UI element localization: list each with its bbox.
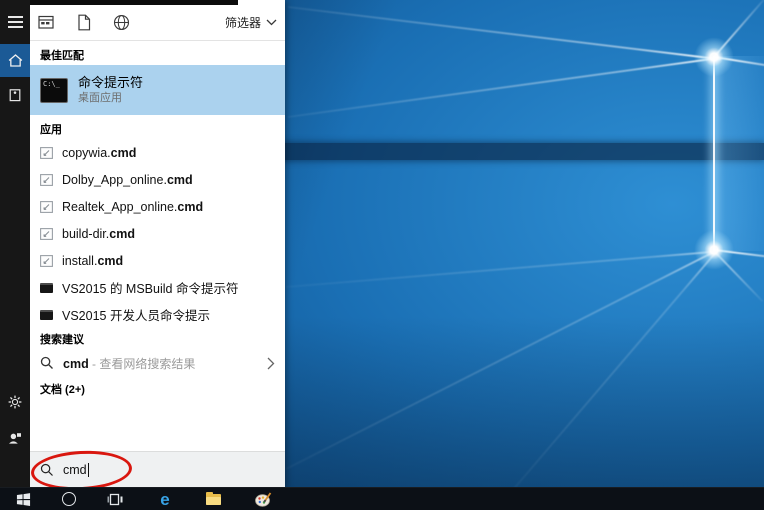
windows-logo-edge — [713, 56, 715, 251]
app-result-label: build-dir.cmd — [62, 227, 135, 241]
cmd-file-icon — [40, 174, 53, 186]
feedback-button[interactable] — [0, 427, 30, 449]
divider — [30, 40, 285, 41]
label-match: cmd — [167, 173, 193, 187]
notebook-icon — [7, 87, 23, 103]
apps-filter-icon[interactable] — [38, 15, 55, 30]
menu-button[interactable] — [0, 10, 30, 34]
suggestion-rest: - 查看网络搜索结果 — [89, 357, 196, 371]
filters-label: 筛选器 — [225, 14, 261, 31]
paint-button[interactable] — [248, 488, 278, 510]
web-filter-icon[interactable] — [113, 14, 130, 31]
label-match: cmd — [109, 227, 135, 241]
label-match: cmd — [111, 146, 137, 160]
search-input[interactable]: cmd — [30, 451, 285, 488]
label-prefix: Dolby_App_online. — [62, 173, 167, 187]
start-button[interactable] — [8, 488, 38, 510]
app-result-row[interactable]: VS2015 开发人员命令提示 — [30, 301, 285, 328]
window-pane-glow — [715, 56, 764, 251]
documents-header: 文档 (2+) — [40, 381, 85, 397]
app-result-label: Dolby_App_online.cmd — [62, 173, 193, 187]
terminal-icon — [40, 310, 53, 320]
app-result-row[interactable]: VS2015 的 MSBuild 命令提示符 — [30, 274, 285, 301]
cortana-button[interactable] — [54, 488, 84, 510]
settings-gear-icon — [7, 394, 23, 410]
app-result-label: copywia.cmd — [62, 146, 136, 160]
search-left-rail — [0, 0, 30, 488]
suggestion-label: cmd - 查看网络搜索结果 — [63, 355, 195, 372]
apps-header: 应用 — [40, 121, 62, 137]
search-icon — [40, 463, 54, 477]
taskbar: e — [0, 487, 764, 510]
cmd-file-icon — [40, 201, 53, 213]
cortana-circle-icon — [62, 492, 76, 506]
filters-dropdown[interactable]: 筛选器 — [225, 14, 277, 31]
search-icon — [40, 356, 54, 370]
home-icon — [7, 52, 24, 69]
home-button[interactable] — [0, 44, 30, 77]
light-burst — [694, 230, 734, 270]
app-result-label: install.cmd — [62, 254, 123, 268]
result-title: 命令提示符 — [78, 76, 143, 89]
search-input-value: cmd — [63, 463, 87, 477]
paint-icon — [255, 492, 272, 507]
cmd-file-icon — [40, 147, 53, 159]
notebook-button[interactable] — [0, 82, 30, 108]
suggestion-term: cmd — [63, 357, 89, 371]
app-result-row[interactable]: build-dir.cmd — [30, 220, 285, 247]
label-prefix: VS2015 开发人员命令提示 — [62, 309, 210, 323]
file-explorer-icon — [206, 494, 221, 505]
search-results-panel: 筛选器 最佳匹配 C:\_ 命令提示符 桌面应用 应用 copywia. cmd … — [30, 0, 285, 488]
label-prefix: copywia. — [62, 146, 111, 160]
app-result-label: VS2015 的 MSBuild 命令提示符 — [62, 278, 238, 297]
app-result-label: Realtek_App_online.cmd — [62, 200, 203, 214]
label-match: cmd — [97, 254, 123, 268]
web-search-suggestion[interactable]: cmd - 查看网络搜索结果 — [30, 350, 285, 376]
task-view-icon — [107, 493, 123, 506]
windows10-search-screen: 筛选器 最佳匹配 C:\_ 命令提示符 桌面应用 应用 copywia. cmd … — [0, 0, 764, 510]
app-result-row[interactable]: copywia.cmd — [30, 139, 285, 166]
cmd-file-icon — [40, 228, 53, 240]
label-prefix: build-dir. — [62, 227, 109, 241]
edge-browser-button[interactable]: e — [150, 488, 180, 510]
filter-bar: 筛选器 — [30, 5, 285, 39]
result-subtitle: 桌面应用 — [78, 93, 143, 104]
task-view-button[interactable] — [100, 488, 130, 510]
best-match-text: 命令提示符 桌面应用 — [78, 76, 143, 104]
windows-start-icon — [16, 492, 31, 507]
label-prefix: install. — [62, 254, 97, 268]
best-match-header: 最佳匹配 — [40, 47, 84, 63]
app-result-row[interactable]: install.cmd — [30, 247, 285, 274]
chevron-right-icon — [267, 357, 275, 370]
light-burst — [694, 37, 734, 77]
file-explorer-button[interactable] — [198, 488, 228, 510]
menu-icon — [8, 13, 23, 31]
text-caret — [88, 463, 89, 477]
label-prefix: VS2015 的 MSBuild 命令提示符 — [62, 282, 238, 296]
chevron-down-icon — [266, 19, 277, 26]
feedback-person-icon — [7, 430, 23, 446]
suggestions-header: 搜索建议 — [40, 331, 84, 347]
best-match-result[interactable]: C:\_ 命令提示符 桌面应用 — [30, 65, 285, 115]
documents-filter-icon[interactable] — [77, 14, 91, 31]
app-result-row[interactable]: Dolby_App_online.cmd — [30, 166, 285, 193]
command-prompt-icon: C:\_ — [40, 78, 68, 103]
app-result-row[interactable]: Realtek_App_online.cmd — [30, 193, 285, 220]
app-result-label: VS2015 开发人员命令提示 — [62, 305, 210, 324]
label-prefix: Realtek_App_online. — [62, 200, 177, 214]
settings-button[interactable] — [0, 391, 30, 413]
cmd-file-icon — [40, 255, 53, 267]
label-match: cmd — [177, 200, 203, 214]
terminal-icon — [40, 283, 53, 293]
edge-browser-icon: e — [160, 491, 169, 508]
